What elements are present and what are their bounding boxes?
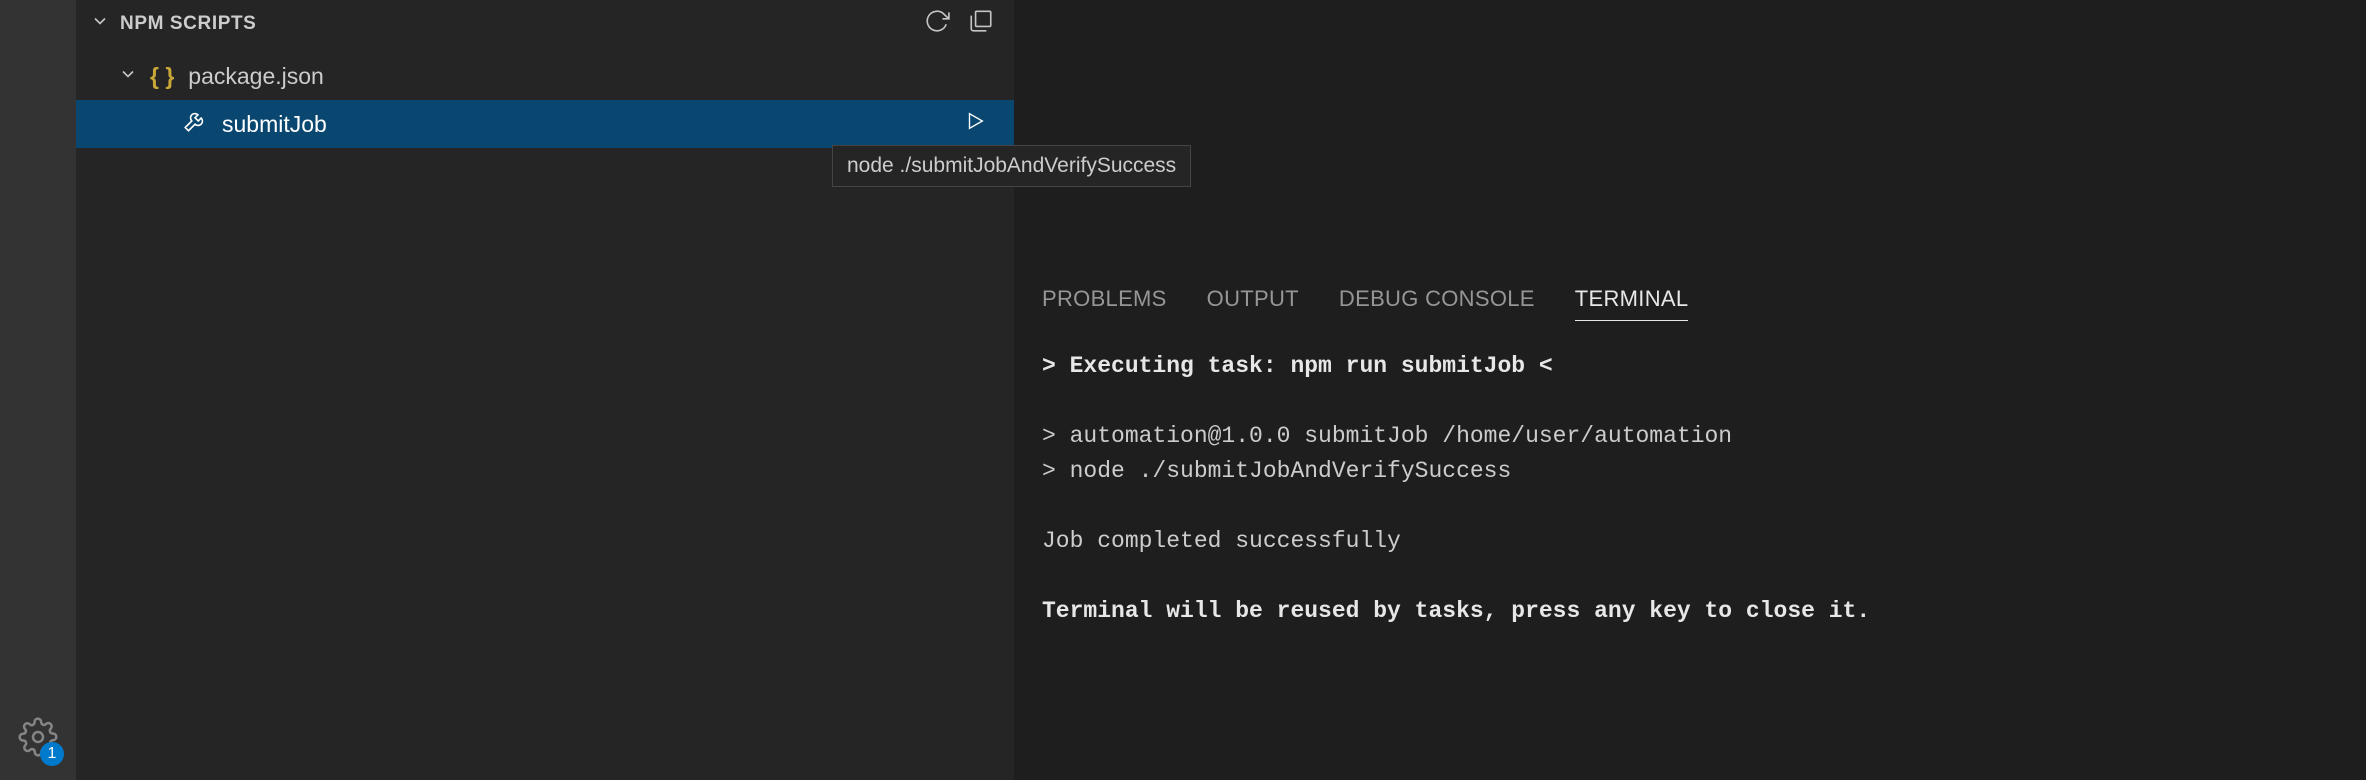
- script-submitjob-row[interactable]: submitJob: [76, 100, 1014, 148]
- tab-problems[interactable]: PROBLEMS: [1042, 286, 1167, 321]
- panel-tabs: PROBLEMS OUTPUT DEBUG CONSOLE TERMINAL: [1042, 286, 2338, 321]
- chevron-down-icon: [118, 63, 138, 90]
- settings-button[interactable]: 1: [18, 717, 58, 762]
- script-label: submitJob: [222, 111, 327, 138]
- chevron-down-icon: [90, 11, 110, 37]
- package-label: package.json: [188, 63, 324, 90]
- section-title: NPM SCRIPTS: [120, 13, 924, 35]
- tab-debug-console[interactable]: DEBUG CONSOLE: [1339, 286, 1535, 321]
- wrench-icon: [182, 108, 208, 140]
- terminal-line: > Executing task: npm run submitJob <: [1042, 349, 2338, 385]
- panel: PROBLEMS OUTPUT DEBUG CONSOLE TERMINAL >…: [1014, 267, 2366, 780]
- settings-badge: 1: [40, 742, 64, 766]
- tab-output[interactable]: OUTPUT: [1207, 286, 1299, 321]
- terminal-content[interactable]: > Executing task: npm run submitJob < > …: [1042, 349, 2338, 629]
- activity-bar: 1: [0, 0, 76, 780]
- tree: { } package.json submitJob: [76, 48, 1014, 148]
- editor-area: PROBLEMS OUTPUT DEBUG CONSOLE TERMINAL >…: [1014, 0, 2366, 780]
- terminal-line: > node ./submitJobAndVerifySuccess: [1042, 454, 2338, 490]
- collapse-all-icon[interactable]: [968, 8, 994, 40]
- sidebar: NPM SCRIPTS { } package.json submitJob: [76, 0, 1014, 780]
- editor-empty: [1014, 0, 2366, 267]
- npm-scripts-section-header[interactable]: NPM SCRIPTS: [76, 0, 1014, 48]
- package-json-row[interactable]: { } package.json: [76, 52, 1014, 100]
- terminal-line: Terminal will be reused by tasks, press …: [1042, 594, 2338, 630]
- terminal-line: Job completed successfully: [1042, 524, 2338, 560]
- run-icon[interactable]: [964, 110, 986, 138]
- tooltip: node ./submitJobAndVerifySuccess: [832, 145, 1191, 187]
- refresh-icon[interactable]: [924, 8, 950, 40]
- tab-terminal[interactable]: TERMINAL: [1575, 286, 1689, 321]
- json-icon: { }: [150, 63, 174, 90]
- terminal-line: > automation@1.0.0 submitJob /home/user/…: [1042, 419, 2338, 455]
